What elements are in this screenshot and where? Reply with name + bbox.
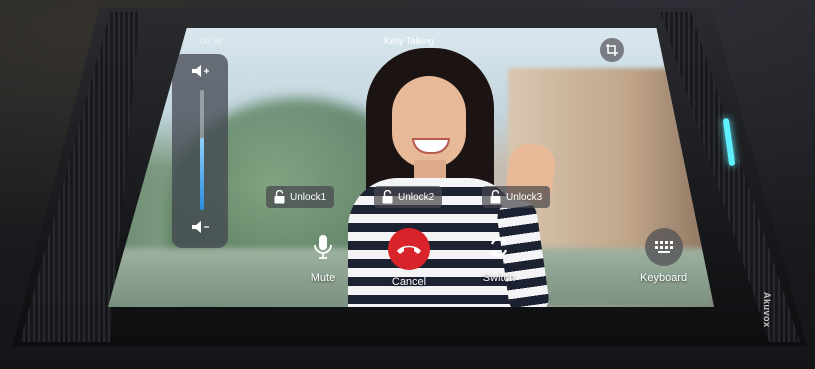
mute-button[interactable]: Mute [304, 228, 342, 284]
volume-up-icon[interactable] [190, 64, 210, 78]
unlock3-label: Unlock3 [506, 191, 543, 203]
keyboard-label: Keyboard [640, 272, 688, 284]
keyboard-icon-wrap [644, 228, 683, 266]
volume-panel[interactable] [172, 54, 228, 248]
unlock1-button[interactable]: Unlock1 [266, 186, 335, 208]
unlock3-button[interactable]: Unlock3 [482, 186, 551, 208]
unlock1-label: Unlock1 [290, 191, 327, 203]
screenshot-button[interactable] [600, 38, 624, 62]
unlock2-label: Unlock2 [398, 191, 435, 203]
padlock-open-icon [490, 190, 501, 204]
call-title: Kelly Talking [384, 36, 434, 46]
hang-up-icon [397, 245, 421, 254]
volume-down-icon[interactable] [190, 220, 210, 234]
padlock-open-icon [382, 190, 393, 204]
volume-slider[interactable] [200, 90, 204, 210]
keypad-icon [654, 241, 673, 253]
cancel-icon-wrap [388, 228, 430, 270]
mute-icon-wrap [304, 228, 342, 266]
microphone-icon [314, 235, 332, 259]
switch-camera-icon [490, 237, 508, 257]
padlock-open-icon [274, 190, 285, 204]
mute-label: Mute [310, 272, 336, 284]
cancel-label: Cancel [391, 276, 427, 288]
crop-icon [606, 44, 618, 56]
switch-icon-wrap [480, 228, 518, 266]
call-timer: 00:38 [200, 36, 223, 46]
switch-label: Switch [482, 272, 516, 284]
volume-slider-fill [200, 138, 204, 210]
unlock2-button[interactable]: Unlock2 [374, 186, 443, 208]
switch-button[interactable]: Switch [480, 228, 518, 284]
caller-face [392, 76, 466, 168]
keyboard-button[interactable]: Keyboard [640, 228, 687, 284]
cancel-button[interactable]: Cancel [388, 228, 430, 288]
call-screen: 00:38 Kelly Talking Unlock1 Unlock2 Unlo… [108, 28, 714, 307]
brand-label: Akuvox [762, 292, 772, 328]
